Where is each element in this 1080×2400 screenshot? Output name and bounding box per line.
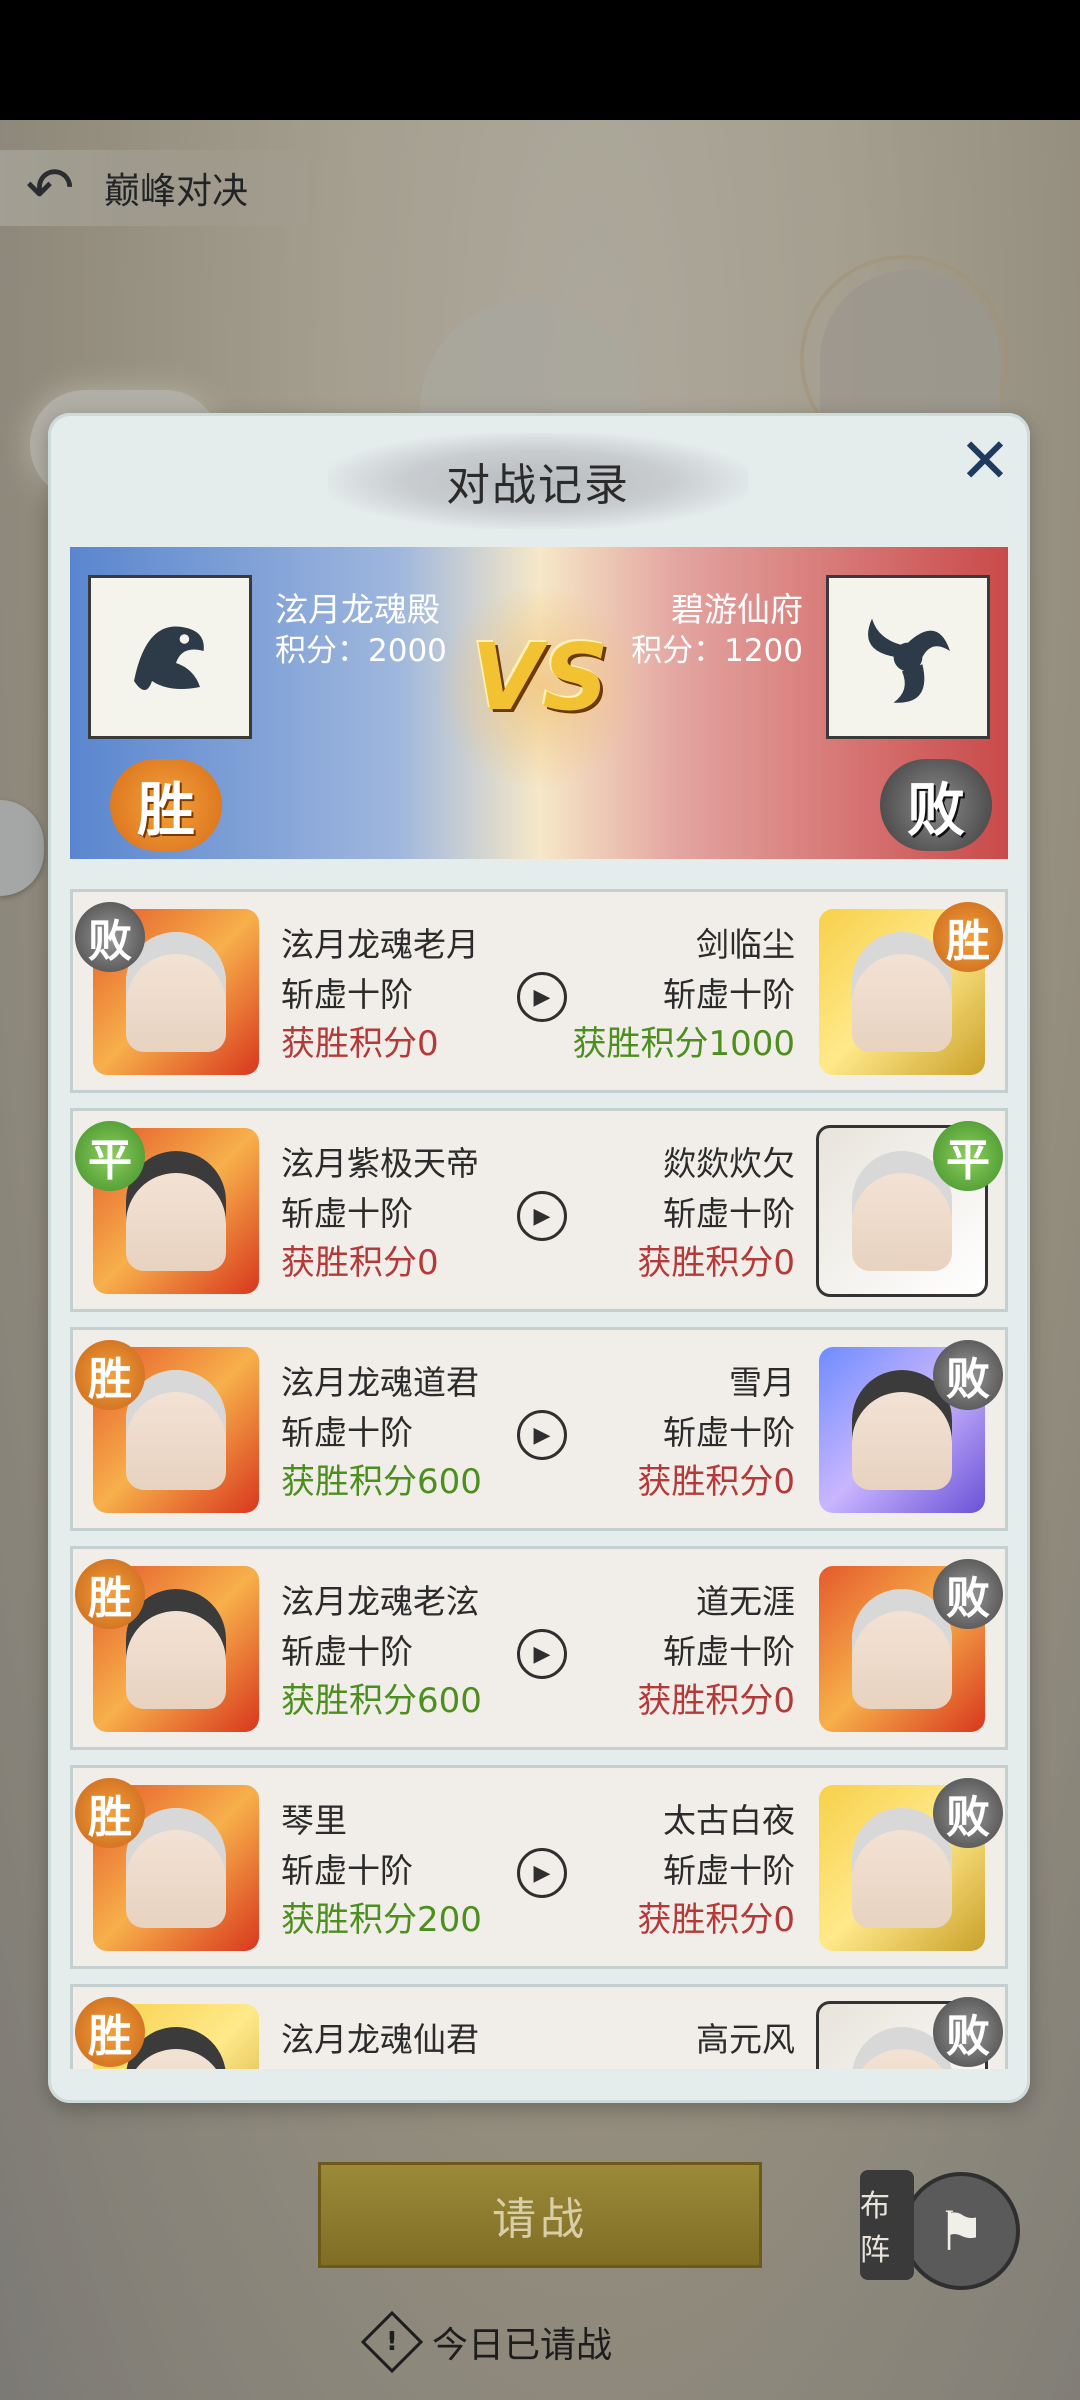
right-player-rank: 斩虚十阶 xyxy=(663,1413,795,1452)
left-player-score: 获胜积分0 xyxy=(281,1024,439,1064)
right-result-badge: 败 xyxy=(933,1778,1003,1848)
left-result-badge: 胜 xyxy=(75,1340,145,1410)
left-player-name: 泫月龙魂道君 xyxy=(281,1363,479,1402)
right-player-avatar[interactable]: 胜 xyxy=(807,902,1003,1080)
right-team-score: 积分：1200 xyxy=(631,633,803,669)
left-team-name: 泫月龙魂殿 xyxy=(275,590,440,629)
left-player-name: 泫月龙魂老泫 xyxy=(281,1582,479,1621)
left-player-avatar[interactable]: 胜 xyxy=(75,1997,271,2069)
left-player-name: 泫月紫极天帝 xyxy=(281,1144,479,1183)
left-result-badge: 胜 xyxy=(75,1559,145,1629)
right-team-name: 碧游仙府 xyxy=(671,590,803,629)
right-player-avatar[interactable]: 败 xyxy=(807,1559,1003,1737)
record-list[interactable]: 败 泫月龙魂老月 斩虚十阶 获胜积分0 ▶ 剑临尘 斩虚十阶 获胜积分1000 … xyxy=(70,889,1008,2069)
replay-play-icon[interactable]: ▶ xyxy=(517,1410,567,1460)
right-player-avatar[interactable]: 平 xyxy=(807,1121,1003,1299)
right-player-avatar[interactable]: 败 xyxy=(807,1340,1003,1518)
right-player-avatar[interactable]: 败 xyxy=(807,1778,1003,1956)
left-team-result-badge: 胜 xyxy=(110,759,222,851)
left-player-avatar[interactable]: 胜 xyxy=(75,1778,271,1956)
right-player-name: 欻欻炊欠 xyxy=(663,1144,795,1183)
left-player-avatar[interactable]: 胜 xyxy=(75,1559,271,1737)
left-player-avatar[interactable]: 胜 xyxy=(75,1340,271,1518)
left-player-name: 琴里 xyxy=(281,1801,347,1840)
left-player-rank: 斩虚十阶 xyxy=(281,1194,413,1233)
warning-icon: ! xyxy=(360,2310,424,2374)
left-player-score: 获胜积分0 xyxy=(281,1243,439,1283)
triskelion-emblem-icon xyxy=(826,575,990,739)
left-result-badge: 胜 xyxy=(75,1997,145,2067)
left-result-badge: 平 xyxy=(75,1121,145,1191)
vs-label: VS xyxy=(471,623,609,731)
left-player-rank: 斩虚十阶 xyxy=(281,1851,413,1890)
left-team-score: 积分：2000 xyxy=(275,633,447,669)
left-player-rank: 斩虚十阶 xyxy=(281,975,413,1014)
record-row: 胜 泫月龙魂老泫 斩虚十阶 获胜积分600 ▶ 道无涯 斩虚十阶 获胜积分0 败 xyxy=(70,1546,1008,1750)
status-bar xyxy=(0,0,1080,120)
panel-title-banner: 对战记录 xyxy=(328,433,748,529)
left-player-avatar[interactable]: 平 xyxy=(75,1121,271,1299)
match-summary: 泫月龙魂殿 积分：2000 VS 碧游仙府 积分：1200 胜 败 xyxy=(70,547,1008,859)
replay-play-icon[interactable]: ▶ xyxy=(517,972,567,1022)
left-player-score: 获胜积分600 xyxy=(281,1681,482,1721)
left-player-score: 获胜积分200 xyxy=(281,1900,482,1940)
right-result-badge: 胜 xyxy=(933,902,1003,972)
right-player-name: 雪月 xyxy=(729,1363,795,1402)
record-row: 平 泫月紫极天帝 斩虚十阶 获胜积分0 ▶ 欻欻炊欠 斩虚十阶 获胜积分0 平 xyxy=(70,1108,1008,1312)
right-player-name: 太古白夜 xyxy=(663,1801,795,1840)
status-text: 今日已请战 xyxy=(432,2325,613,2366)
right-player-score: 获胜积分1000 xyxy=(572,1024,795,1064)
right-player-score: 获胜积分0 xyxy=(637,1681,795,1721)
formation-label: 布阵 xyxy=(860,2170,914,2280)
flag-icon: ⚑ xyxy=(902,2172,1020,2290)
right-player-name: 高元风 xyxy=(696,2020,795,2059)
replay-play-icon[interactable]: ▶ xyxy=(517,1848,567,1898)
right-player-avatar[interactable]: 败 xyxy=(807,1997,1003,2069)
right-result-badge: 败 xyxy=(933,1559,1003,1629)
right-player-score: 获胜积分0 xyxy=(637,1900,795,1940)
right-result-badge: 平 xyxy=(933,1121,1003,1191)
right-team-result-badge: 败 xyxy=(880,759,992,851)
right-player-score: 获胜积分0 xyxy=(637,1243,795,1283)
right-player-rank: 斩虚十阶 xyxy=(663,1632,795,1671)
right-player-rank: 斩虚十阶 xyxy=(663,1194,795,1233)
right-player-rank: 斩虚十阶 xyxy=(663,1851,795,1890)
close-icon[interactable]: ✕ xyxy=(950,424,1020,497)
right-player-score: 获胜积分0 xyxy=(637,1462,795,1502)
challenge-status: ! 今日已请战 xyxy=(360,2310,613,2374)
left-result-badge: 败 xyxy=(75,902,145,972)
challenge-button[interactable]: 请战 xyxy=(318,2162,762,2268)
right-player-name: 道无涯 xyxy=(696,1582,795,1621)
right-player-rank: 斩虚十阶 xyxy=(663,975,795,1014)
panel-title: 对战记录 xyxy=(446,460,630,511)
left-player-score: 获胜积分600 xyxy=(281,1462,482,1502)
replay-play-icon[interactable]: ▶ xyxy=(517,1629,567,1679)
record-row: 胜 泫月龙魂道君 斩虚十阶 获胜积分600 ▶ 雪月 斩虚十阶 获胜积分0 败 xyxy=(70,1327,1008,1531)
left-player-avatar[interactable]: 败 xyxy=(75,902,271,1080)
formation-button[interactable]: ⚑ 布阵 xyxy=(850,2150,1020,2320)
left-player-rank: 斩虚十阶 xyxy=(281,1632,413,1671)
left-player-rank: 斩虚十阶 xyxy=(281,1413,413,1452)
record-row: 胜 泫月龙魂仙君 高元风 败 xyxy=(70,1984,1008,2069)
left-result-badge: 胜 xyxy=(75,1778,145,1848)
left-player-name: 泫月龙魂仙君 xyxy=(281,2020,479,2059)
battle-record-panel: 对战记录 ✕ 泫月龙魂殿 积分：2000 VS 碧游仙府 积分：1200 胜 败… xyxy=(48,413,1030,2103)
replay-play-icon[interactable]: ▶ xyxy=(517,1191,567,1241)
right-result-badge: 败 xyxy=(933,1340,1003,1410)
left-player-name: 泫月龙魂老月 xyxy=(281,925,479,964)
right-result-badge: 败 xyxy=(933,1997,1003,2067)
dragon-emblem-icon xyxy=(88,575,252,739)
record-row: 胜 琴里 斩虚十阶 获胜积分200 ▶ 太古白夜 斩虚十阶 获胜积分0 败 xyxy=(70,1765,1008,1969)
record-row: 败 泫月龙魂老月 斩虚十阶 获胜积分0 ▶ 剑临尘 斩虚十阶 获胜积分1000 … xyxy=(70,889,1008,1093)
right-player-name: 剑临尘 xyxy=(696,925,795,964)
